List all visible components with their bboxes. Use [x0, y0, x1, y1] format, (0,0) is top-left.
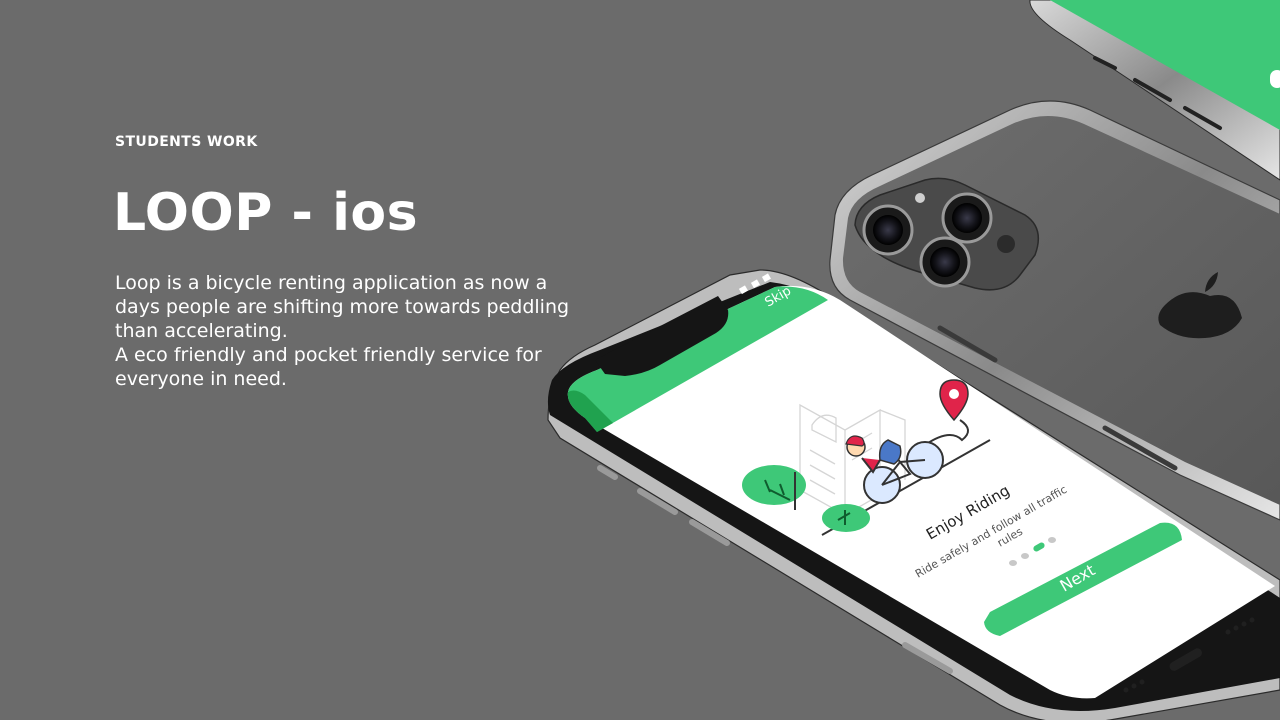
presentation-slide: STUDENTS WORK LOOP - ios Loop is a bicyc…: [0, 0, 1280, 720]
bush-icon: [742, 465, 806, 505]
iphone-mockup-illustration: Skip Enjoy Riding Ride safely and follow…: [547, 0, 1280, 720]
pager-dot: [1021, 553, 1029, 559]
pager-dot: [1048, 537, 1056, 543]
pager-dot: [1009, 560, 1017, 566]
